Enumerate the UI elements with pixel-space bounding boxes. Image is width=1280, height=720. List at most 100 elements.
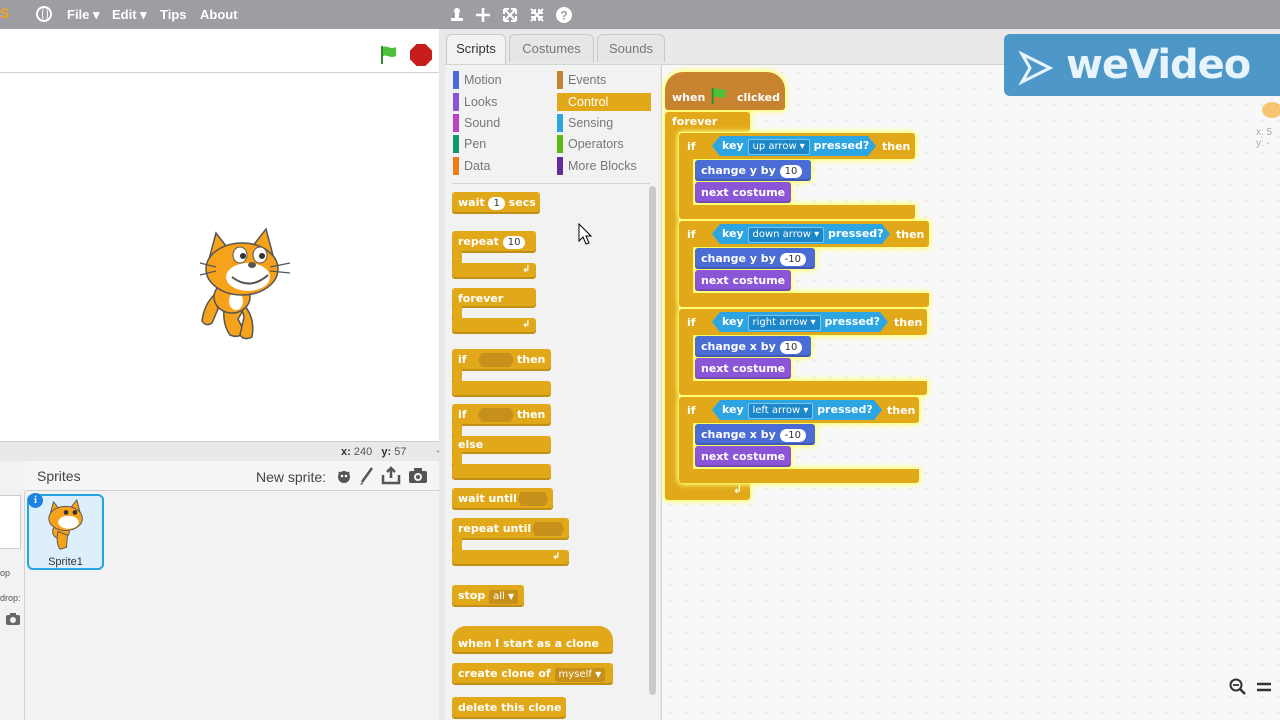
next-costume-block[interactable]: next costume [695, 446, 791, 467]
repeat-block[interactable]: repeat 10 [452, 231, 536, 253]
block-label: next costume [701, 450, 786, 463]
camera-icon[interactable] [408, 466, 428, 486]
key-pressed-sensing[interactable]: key right arrow ▾ pressed? [712, 312, 888, 332]
condition-slot[interactable] [478, 353, 514, 367]
next-costume-block[interactable]: next costume [695, 358, 791, 379]
change-y-block[interactable]: change y by 10 [695, 160, 811, 181]
change-value-input[interactable]: 10 [779, 165, 803, 178]
tab-sounds[interactable]: Sounds [597, 34, 665, 62]
backdrop-camera-icon[interactable] [5, 612, 21, 626]
if-else-foot [452, 464, 551, 480]
block-label: key [722, 315, 744, 328]
scratch-editor: S File ▾ Edit ▾ Tips About ? x: 240 y: 5… [0, 0, 1280, 720]
stop-block[interactable]: stop all ▼ [452, 585, 524, 607]
change-y-block[interactable]: change y by -10 [695, 248, 815, 269]
key-pressed-sensing[interactable]: key left arrow ▾ pressed? [712, 400, 882, 420]
tips-menu[interactable]: Tips [160, 7, 187, 22]
choose-sprite-library-icon[interactable] [334, 466, 354, 486]
upload-sprite-icon[interactable] [381, 466, 401, 486]
condition-slot[interactable] [478, 408, 514, 422]
if-arm [679, 157, 693, 207]
category-color-swatch [557, 114, 563, 132]
block-label: change y by [701, 164, 776, 177]
create-clone-block[interactable]: create clone of myself ▼ [452, 663, 613, 685]
block-label: then [882, 140, 911, 153]
repeat-count-input[interactable]: 10 [502, 236, 526, 249]
category-data[interactable]: Data [453, 157, 547, 175]
if-else-block[interactable]: if then [452, 404, 551, 426]
category-more-blocks[interactable]: More Blocks [557, 157, 651, 175]
stop-option-dropdown[interactable]: all ▼ [489, 590, 519, 604]
sprite-info-icon[interactable]: i [28, 493, 43, 508]
cat-sprite-image[interactable] [196, 225, 294, 341]
key-pressed-sensing[interactable]: key up arrow ▾ pressed? [712, 136, 876, 156]
stage-thumbnail[interactable] [0, 495, 21, 549]
block-label: then [517, 353, 546, 366]
category-sound[interactable]: Sound [453, 114, 547, 132]
forever-block[interactable]: forever [452, 288, 536, 308]
when-flag-clicked-hat[interactable]: when clicked [665, 72, 785, 110]
condition-slot[interactable] [518, 492, 548, 506]
repeat-until-block[interactable]: repeat until [452, 518, 569, 540]
clone-target-dropdown[interactable]: myself ▼ [554, 668, 606, 682]
change-x-block[interactable]: change x by -10 [695, 424, 815, 445]
change-x-block[interactable]: change x by 10 [695, 336, 811, 357]
about-menu[interactable]: About [200, 7, 238, 22]
change-value-input[interactable]: -10 [779, 429, 806, 442]
if-right-arrow-block[interactable]: if key right arrow ▾ pressed? then [679, 309, 927, 335]
wait-until-block[interactable]: wait until [452, 488, 553, 510]
key-dropdown[interactable]: left arrow ▾ [748, 403, 814, 419]
category-looks[interactable]: Looks [453, 93, 547, 111]
x-value: 240 [353, 446, 373, 458]
key-dropdown[interactable]: down arrow ▾ [748, 227, 825, 243]
duplicate-stamp-icon[interactable] [448, 6, 466, 29]
key-pressed-sensing[interactable]: key down arrow ▾ pressed? [712, 224, 890, 244]
condition-slot[interactable] [532, 522, 564, 536]
zoom-out-icon[interactable] [1229, 678, 1249, 696]
sprite-position-readout: x: 5 y: - [1256, 127, 1272, 149]
delete-this-clone-block[interactable]: delete this clone [452, 697, 566, 719]
category-operators[interactable]: Operators [557, 135, 651, 153]
if-left-arrow-block[interactable]: if key left arrow ▾ pressed? then [679, 397, 919, 423]
wait-seconds-input[interactable]: 1 [488, 197, 505, 210]
tab-costumes[interactable]: Costumes [509, 34, 594, 62]
category-motion[interactable]: Motion [453, 71, 547, 89]
green-flag-icon[interactable] [378, 44, 398, 64]
if-foot [679, 293, 929, 307]
grow-icon[interactable] [501, 6, 519, 29]
block-label: wait until [458, 492, 517, 505]
when-i-start-as-clone-hat[interactable]: when I start as a clone [452, 626, 613, 654]
category-events[interactable]: Events [557, 71, 651, 89]
palette-scrollbar[interactable] [649, 186, 656, 695]
if-down-arrow-block[interactable]: if key down arrow ▾ pressed? then [679, 221, 929, 247]
next-costume-block[interactable]: next costume [695, 182, 791, 203]
tab-scripts[interactable]: Scripts [446, 34, 506, 64]
file-menu[interactable]: File ▾ [67, 7, 100, 23]
sprite-x: x: 5 [1256, 127, 1273, 138]
help-icon[interactable]: ? [555, 6, 573, 29]
category-sensing[interactable]: Sensing [557, 114, 651, 132]
wait-secs-block[interactable]: wait 1 secs [452, 192, 540, 214]
forever-block[interactable]: forever [665, 112, 750, 132]
mouse-coordinates: x: 240 y: 57 [341, 446, 406, 458]
category-pen[interactable]: Pen [453, 135, 547, 153]
paint-brush-icon[interactable] [357, 466, 377, 486]
change-value-input[interactable]: -10 [779, 253, 807, 266]
scratch-logo-icon[interactable]: S [0, 5, 16, 23]
shrink-icon[interactable] [528, 6, 546, 29]
new-backdrop-label-fragment: drop: [0, 593, 21, 603]
category-color-swatch [453, 157, 459, 175]
next-costume-block[interactable]: next costume [695, 270, 791, 291]
if-then-block[interactable]: if then [452, 349, 551, 371]
forever-arm [665, 130, 679, 490]
category-control[interactable]: Control [557, 93, 651, 111]
if-up-arrow-block[interactable]: if key up arrow ▾ pressed? then [679, 133, 915, 159]
language-globe-icon[interactable] [36, 6, 52, 22]
zoom-reset-icon[interactable] [1255, 678, 1273, 696]
category-label: Sound [464, 116, 501, 130]
key-dropdown[interactable]: right arrow ▾ [748, 315, 821, 331]
key-dropdown[interactable]: up arrow ▾ [748, 139, 810, 155]
edit-menu[interactable]: Edit ▾ [112, 7, 147, 23]
cut-icon[interactable] [474, 6, 492, 29]
change-value-input[interactable]: 10 [779, 341, 803, 354]
